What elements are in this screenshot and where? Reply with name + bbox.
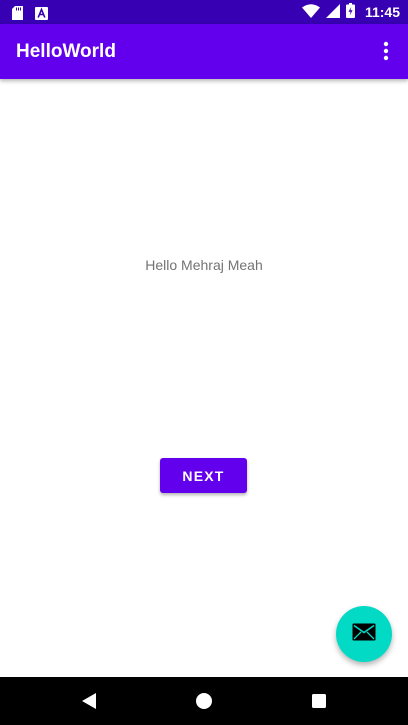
- status-system-icons: 11:45: [301, 0, 400, 24]
- navigation-bar: [0, 677, 408, 725]
- battery-icon: [345, 2, 355, 22]
- more-vert-icon[interactable]: [378, 41, 394, 63]
- app-screen: 11:45 HelloWorld Hello Mehraj Meah NEXT: [0, 0, 408, 725]
- email-icon: [352, 623, 376, 645]
- a-notification-icon: [35, 5, 48, 24]
- status-bar: 11:45: [0, 0, 408, 24]
- next-button[interactable]: NEXT: [160, 458, 247, 493]
- app-title: HelloWorld: [16, 41, 116, 62]
- wifi-icon: [301, 3, 320, 22]
- hello-text: Hello Mehraj Meah: [145, 257, 263, 273]
- status-time: 11:45: [364, 4, 400, 20]
- cell-signal-icon: [325, 3, 340, 22]
- sd-card-icon: [12, 5, 23, 24]
- back-icon[interactable]: [77, 689, 101, 713]
- email-fab[interactable]: [336, 606, 392, 662]
- recents-icon[interactable]: [307, 689, 331, 713]
- home-icon[interactable]: [192, 689, 216, 713]
- app-bar: HelloWorld: [0, 24, 408, 79]
- status-notifications: [12, 5, 48, 24]
